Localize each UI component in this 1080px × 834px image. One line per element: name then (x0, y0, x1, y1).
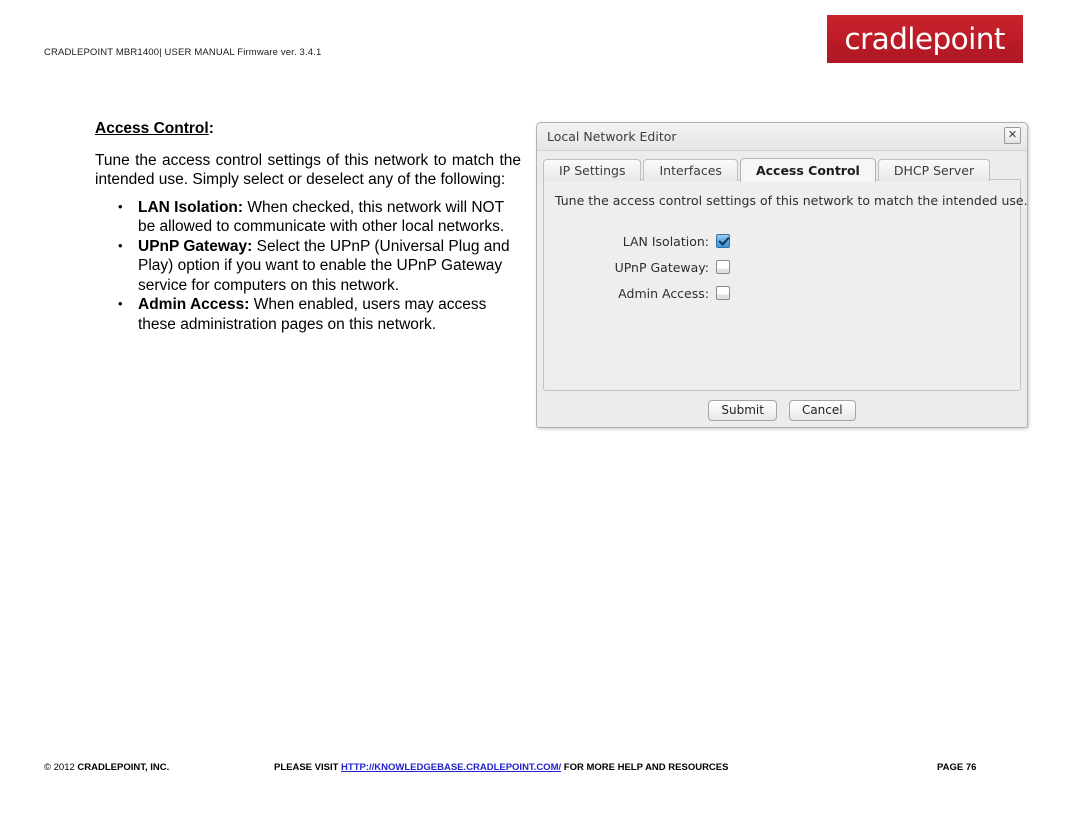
cancel-button[interactable]: Cancel (788, 399, 856, 421)
manual-header-line: CRADLEPOINT MBR1400| USER MANUAL Firmwar… (44, 47, 322, 58)
list-item: LAN Isolation: When checked, this networ… (118, 197, 521, 237)
footer-copyright-year: © 2012 (44, 762, 78, 773)
page-footer: © 2012 CRADLEPOINT, INC. PLEASE VISIT HT… (0, 744, 1080, 834)
footer-copyright: © 2012 CRADLEPOINT, INC. (44, 762, 169, 773)
local-network-editor-dialog: Local Network Editor ✕ IP Settings Inter… (536, 122, 1028, 428)
field-row-upnp-gateway: UPnP Gateway: (544, 254, 1020, 280)
footer-visit-prefix: PLEASE VISIT (274, 762, 342, 773)
article-column: Access Control: Tune the access control … (95, 120, 521, 334)
lan-isolation-label: LAN Isolation: (622, 233, 709, 249)
footer-visit-suffix: FOR MORE HELP AND RESOURCES (561, 762, 729, 773)
dialog-titlebar: Local Network Editor ✕ (537, 123, 1027, 151)
access-control-fields: LAN Isolation: UPnP Gateway: Admin Acces… (544, 228, 1020, 306)
footer-page-number: PAGE 76 (937, 762, 977, 773)
close-icon[interactable]: ✕ (1004, 127, 1021, 144)
dialog-title: Local Network Editor (547, 129, 677, 144)
lan-isolation-checkbox[interactable] (716, 234, 730, 248)
list-item-term: Admin Access: (138, 296, 250, 314)
field-row-admin-access: Admin Access: (544, 280, 1020, 306)
field-row-lan-isolation: LAN Isolation: (544, 228, 1020, 254)
tab-interfaces[interactable]: Interfaces (643, 159, 738, 181)
page-title-colon: : (208, 120, 214, 137)
panel-description: Tune the access control settings of this… (555, 193, 1028, 208)
list-item-term: LAN Isolation: (138, 198, 244, 216)
footer-company: CRADLEPOINT, INC. (77, 762, 170, 773)
knowledgebase-link[interactable]: HTTP://KNOWLEDGEBASE.CRADLEPOINT.COM/ (341, 762, 561, 773)
upnp-gateway-label: UPnP Gateway: (614, 259, 709, 275)
admin-access-checkbox[interactable] (716, 286, 730, 300)
intro-paragraph: Tune the access control settings of this… (95, 151, 521, 189)
page-title: Access Control: (95, 120, 521, 139)
list-item: UPnP Gateway: Select the UPnP (Universal… (118, 236, 521, 296)
dialog-tabstrip: IP Settings Interfaces Access Control DH… (543, 155, 1021, 182)
page-header: CRADLEPOINT MBR1400| USER MANUAL Firmwar… (0, 0, 1080, 100)
footer-help-line: PLEASE VISIT HTTP://KNOWLEDGEBASE.CRADLE… (274, 762, 728, 773)
page-title-text: Access Control (95, 120, 209, 137)
list-item-term: UPnP Gateway: (138, 237, 253, 255)
list-item: Admin Access: When enabled, users may ac… (118, 294, 521, 334)
feature-bullet-list: LAN Isolation: When checked, this networ… (95, 197, 521, 335)
submit-button[interactable]: Submit (708, 399, 777, 421)
tab-access-control[interactable]: Access Control (739, 158, 876, 182)
access-control-panel: Tune the access control settings of this… (543, 179, 1028, 391)
admin-access-label: Admin Access: (618, 285, 709, 301)
tab-ip-settings[interactable]: IP Settings (543, 159, 642, 181)
upnp-gateway-checkbox[interactable] (716, 260, 730, 274)
cradlepoint-logo: cradlepoint (827, 15, 1023, 63)
logo-wordmark: cradlepoint (844, 21, 1006, 56)
tab-dhcp-server[interactable]: DHCP Server (877, 159, 991, 181)
dialog-button-bar: Submit Cancel (537, 393, 1027, 427)
